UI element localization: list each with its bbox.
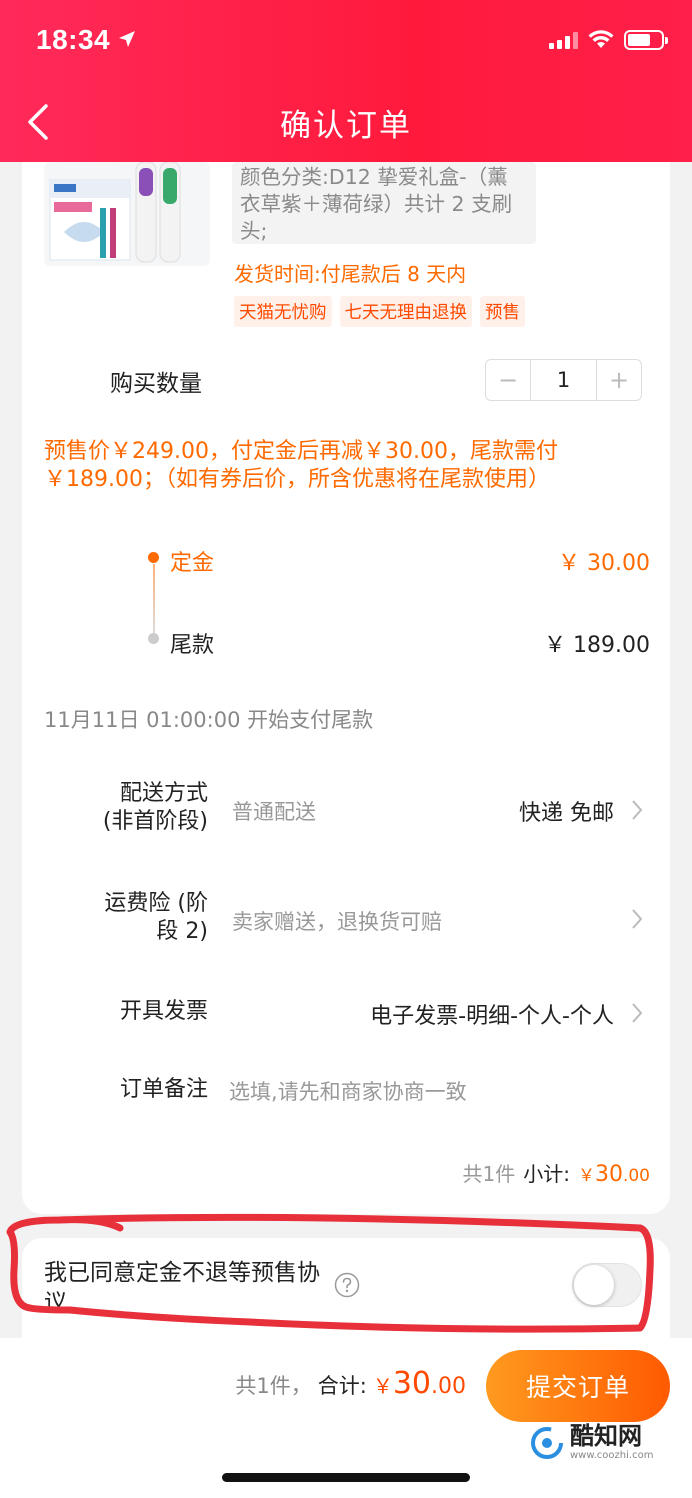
final-payment-start: 11月11日 01:00:00 开始支付尾款 [44, 708, 374, 732]
final-payment-amount: ￥ 189.00 [544, 633, 650, 658]
subtotal-decimals: .00 [622, 1166, 650, 1186]
cellular-signal-icon [549, 31, 578, 49]
status-time: 18:34 [36, 24, 111, 55]
order-note-input[interactable]: 选填,请先和商家协商一致 [229, 1076, 467, 1106]
quantity-label: 购买数量 [110, 371, 202, 397]
delivery-detail: 快递 免邮 [519, 801, 614, 826]
order-summary: 共1件 小计: ￥30.00 [462, 1158, 650, 1187]
watermark: 酷知网 www.coozhi.com [530, 1424, 653, 1461]
timeline-line [153, 564, 155, 634]
bottom-bar: 共1件， 合计: ￥30.00 提交订单 酷知网 www.coozhi.com [0, 1338, 692, 1498]
product-image[interactable] [44, 162, 210, 266]
toggle-knob [574, 1265, 614, 1305]
invoice-value: 电子发票-明细-个人-个人 [370, 1004, 614, 1029]
total-item-count: 共1件， [235, 1374, 312, 1398]
subtotal-currency: ￥ [577, 1166, 595, 1186]
coozhi-logo-icon [531, 1426, 563, 1459]
service-tags: 天猫无忧购 七天无理由退换 预售 [234, 296, 525, 327]
ship-time: 发货时间:付尾款后 8 天内 [234, 262, 467, 286]
battery-icon [624, 30, 668, 50]
location-arrow-icon [119, 31, 135, 47]
agreement-card: 我已同意定金不退等预售协议 [22, 1238, 670, 1348]
presale-price-note: 预售价￥249.00，付定金后再减￥30.00，尾款需付￥189.00；（如有券… [44, 439, 558, 492]
delivery-label: 配送方式 (非首阶段) [102, 781, 208, 834]
product-spec[interactable]: 颜色分类:D12 挚爱礼盒-（薰衣草紫＋薄荷绿）共计 2 支刷头; [232, 162, 536, 244]
subtotal-label: 小计: [523, 1162, 570, 1186]
final-payment-label: 尾款 [170, 633, 215, 658]
chevron-right-icon [632, 909, 643, 929]
chevron-right-icon [632, 1003, 643, 1023]
order-note-label: 订单备注 [119, 1077, 208, 1102]
watermark-name: 酷知网 [570, 1422, 642, 1450]
shipping-insurance-label: 运费险 (阶 段 2) [104, 891, 208, 944]
item-count: 共1件 [462, 1162, 516, 1186]
agreement-toggle[interactable] [572, 1263, 642, 1307]
deposit-amount: ￥ 30.00 [558, 551, 650, 576]
total-amount: 30 [392, 1366, 431, 1401]
home-indicator [222, 1473, 470, 1482]
service-tag: 七天无理由退换 [339, 296, 472, 327]
shipping-insurance-value: 卖家赠送，退换货可赔 [232, 910, 442, 934]
final-dot [148, 633, 159, 644]
header: 18:34 确认订单 [0, 0, 692, 162]
deposit-dot [148, 552, 159, 563]
quantity-decrease-button[interactable]: − [486, 360, 530, 400]
service-tag: 预售 [480, 296, 525, 327]
quantity-stepper: − 1 + [485, 359, 642, 401]
total-decimals: .00 [431, 1374, 466, 1399]
watermark-url: www.coozhi.com [570, 1450, 654, 1461]
status-indicators [549, 30, 668, 50]
total-currency: ￥ [372, 1374, 393, 1398]
invoice-label: 开具发票 [119, 999, 208, 1024]
quantity-increase-button[interactable]: + [597, 360, 641, 400]
submit-order-button[interactable]: 提交订单 [486, 1350, 670, 1422]
chevron-right-icon [632, 800, 643, 820]
wifi-icon [588, 30, 614, 48]
service-tag: 天猫无忧购 [234, 296, 332, 327]
help-icon[interactable] [334, 1272, 360, 1298]
delivery-method: 普通配送 [232, 800, 316, 824]
payment-timeline [148, 546, 160, 646]
order-total: 共1件， 合计: ￥30.00 [235, 1366, 466, 1401]
page-title: 确认订单 [280, 108, 412, 144]
agreement-text: 我已同意定金不退等预售协议 [44, 1260, 320, 1316]
subtotal-amount: 30 [594, 1162, 623, 1187]
order-card: 颜色分类:D12 挚爱礼盒-（薰衣草紫＋薄荷绿）共计 2 支刷头; 发货时间:付… [22, 162, 670, 1214]
total-label: 合计: [317, 1374, 367, 1398]
quantity-value[interactable]: 1 [530, 360, 597, 400]
deposit-label: 定金 [170, 551, 215, 576]
